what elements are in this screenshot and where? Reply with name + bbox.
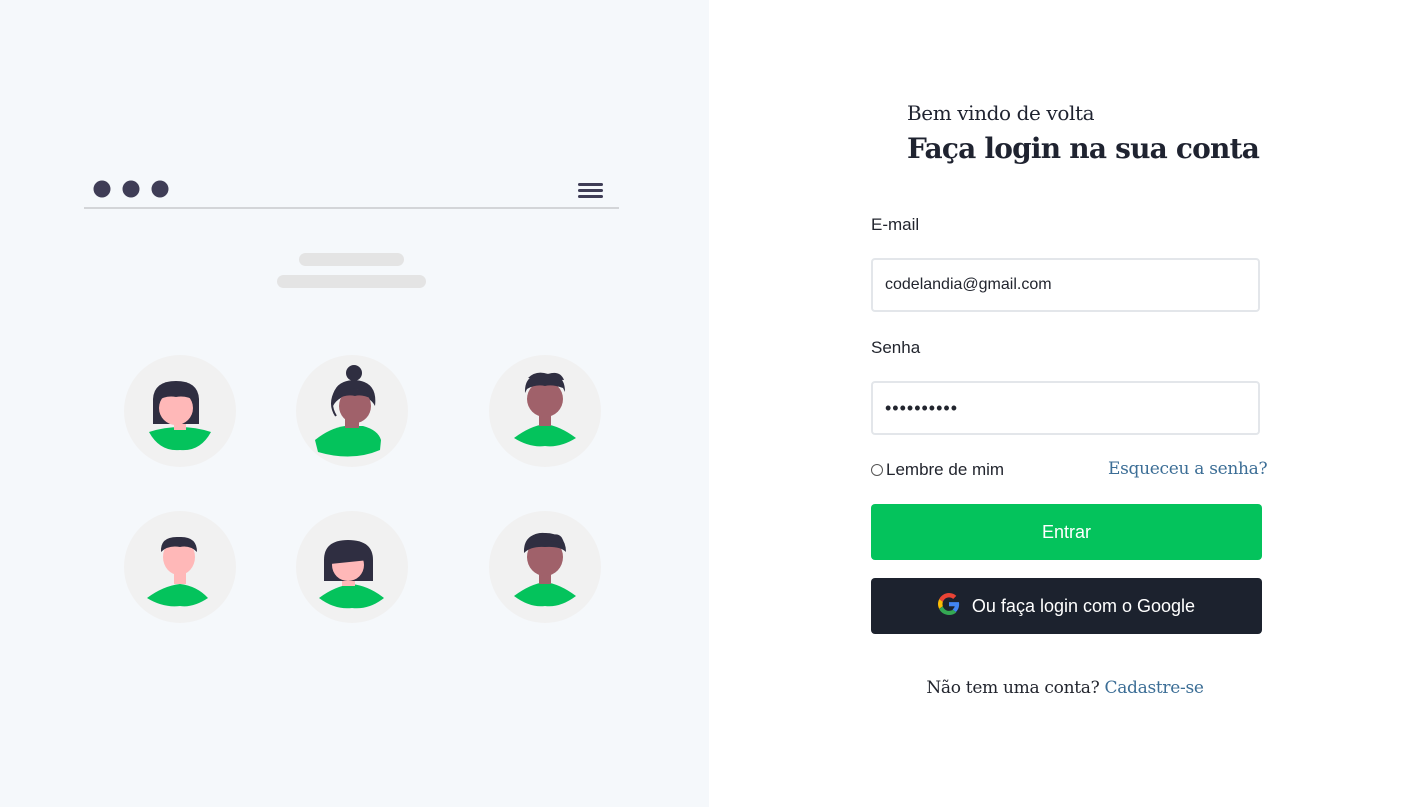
avatar-man-dark-2-icon — [489, 511, 601, 623]
window-divider — [84, 207, 619, 209]
avatar-man-dark-icon — [489, 355, 601, 467]
email-field[interactable] — [871, 258, 1260, 312]
placeholder-bar — [277, 275, 426, 288]
google-login-label: Ou faça login com o Google — [971, 595, 1196, 616]
welcome-text: Bem vindo de volta — [907, 101, 1095, 125]
remember-me-radio[interactable] — [871, 464, 883, 476]
avatar-man-light-icon — [124, 511, 236, 623]
avatar-woman-bun-icon — [296, 355, 408, 467]
password-label: Senha — [871, 338, 921, 357]
remember-me-toggle[interactable]: Lembre de mim — [871, 460, 1004, 480]
illustration-panel — [0, 0, 709, 807]
signup-prompt: Não tem uma conta? Cadastre-se — [709, 678, 1421, 698]
google-login-button[interactable]: Ou faça login com o Google — [871, 578, 1262, 634]
avatar-woman-bangs-icon — [296, 511, 408, 623]
window-dot-icon — [122, 180, 140, 198]
window-dot-icon — [151, 180, 169, 198]
remember-me-label: Lembre de mim — [886, 460, 1005, 479]
window-dot-icon — [93, 180, 111, 198]
signup-link[interactable]: Cadastre-se — [1105, 678, 1204, 698]
avatar-woman-bob-icon — [124, 355, 236, 467]
google-icon — [937, 593, 960, 615]
login-panel: Bem vindo de volta Faça login na sua con… — [709, 0, 1421, 807]
placeholder-bar — [299, 253, 404, 266]
signup-question: Não tem uma conta? — [926, 678, 1100, 698]
login-button[interactable]: Entrar — [871, 504, 1262, 560]
email-label: E-mail — [871, 215, 920, 234]
forgot-password-link[interactable]: Esqueceu a senha? — [1108, 459, 1268, 479]
menu-icon — [578, 183, 603, 198]
password-field[interactable] — [871, 381, 1260, 435]
users-illustration — [84, 180, 619, 623]
login-button-label: Entrar — [1041, 521, 1092, 542]
page-title: Faça login na sua conta — [907, 132, 1260, 165]
